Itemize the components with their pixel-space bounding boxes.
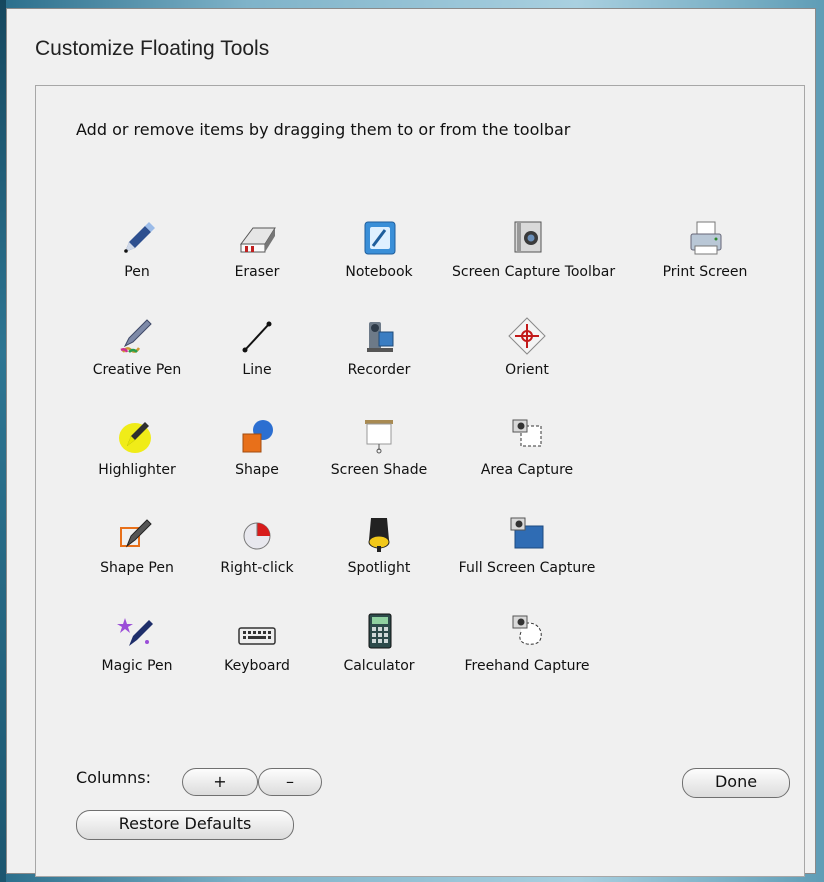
done-button[interactable]: Done	[682, 768, 790, 798]
tool-label: Screen Capture Toolbar	[452, 264, 616, 280]
shape-pen-icon	[120, 519, 152, 548]
camera-icon	[514, 221, 542, 253]
screen-shade-icon	[365, 420, 393, 454]
tool-orient[interactable]: Orient	[452, 316, 602, 378]
keyboard-icon	[238, 627, 276, 645]
columns-increase-button[interactable]: +	[182, 768, 258, 796]
full-screen-capture-icon	[510, 517, 544, 549]
restore-defaults-button[interactable]: Restore Defaults	[76, 810, 294, 840]
creative-pen-icon	[120, 319, 152, 353]
instruction-text: Add or remove items by dragging them to …	[76, 120, 571, 139]
orient-icon	[508, 317, 546, 355]
pen-icon	[124, 222, 155, 253]
tool-label: Recorder	[347, 362, 411, 378]
tool-label: Spotlight	[347, 560, 411, 576]
tool-label: Print Screen	[662, 264, 748, 280]
mouse-icon	[243, 522, 271, 550]
columns-decrease-button[interactable]: –	[258, 768, 322, 796]
tool-calculator[interactable]: Calculator	[304, 612, 454, 674]
tool-notebook[interactable]: Notebook	[304, 218, 454, 280]
tool-full-screen-capture[interactable]: Full Screen Capture	[452, 514, 602, 576]
shape-icon	[242, 420, 273, 453]
area-capture-icon	[512, 419, 542, 447]
tool-freehand-capture[interactable]: Freehand Capture	[452, 612, 602, 674]
tool-label: Orient	[505, 362, 549, 378]
highlighter-icon	[119, 422, 151, 453]
columns-label: Columns:	[76, 768, 151, 787]
dialog-title: Customize Floating Tools	[35, 37, 270, 60]
printer-icon	[690, 221, 722, 255]
tools-panel: Add or remove items by dragging them to …	[35, 85, 805, 877]
tool-label: Full Screen Capture	[458, 560, 596, 576]
tool-label: Freehand Capture	[464, 658, 590, 674]
calculator-icon	[368, 613, 392, 649]
tool-spotlight[interactable]: Spotlight	[304, 514, 454, 576]
tool-label: Notebook	[345, 264, 413, 280]
notebook-icon	[364, 221, 396, 255]
tool-screen-shade[interactable]: Screen Shade	[304, 416, 454, 478]
tool-label: Calculator	[343, 658, 415, 674]
tool-label: Screen Shade	[330, 462, 428, 478]
tool-label: Area Capture	[480, 462, 574, 478]
customize-dialog: Customize Floating Tools Add or remove i…	[6, 8, 816, 877]
spotlight-icon	[368, 518, 390, 552]
line-icon	[242, 321, 272, 353]
tool-area-capture[interactable]: Area Capture	[452, 416, 602, 478]
freehand-capture-icon	[512, 615, 542, 645]
eraser-icon	[240, 227, 276, 253]
tool-print-screen[interactable]: Print Screen	[640, 218, 770, 280]
tool-recorder[interactable]: Recorder	[304, 316, 454, 378]
recorder-icon	[367, 322, 394, 352]
magic-pen-icon	[117, 618, 153, 646]
tool-screen-capture-toolbar[interactable]: Screen Capture Toolbar	[452, 218, 616, 280]
